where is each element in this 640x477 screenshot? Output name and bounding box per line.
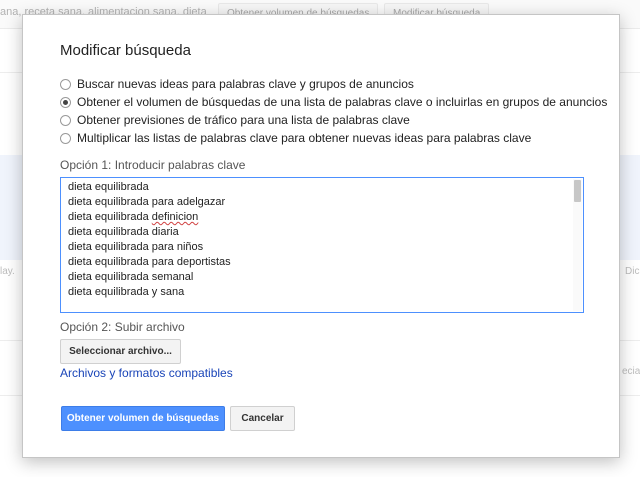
cancel-button[interactable]: Cancelar (230, 406, 295, 431)
option-multiply-lists[interactable]: Multiplicar las listas de palabras clave… (60, 130, 531, 146)
textarea-scrollbar-thumb[interactable] (574, 180, 581, 202)
keywords-textarea[interactable]: dieta equilibrada dieta equilibrada para… (60, 177, 584, 313)
radio-button-selected[interactable] (60, 96, 71, 108)
option-label: Multiplicar las listas de palabras clave… (77, 131, 532, 145)
modify-search-dialog: Modificar búsqueda Buscar nuevas ideas p… (22, 14, 620, 458)
keyword-line: dieta equilibrada definicion (68, 210, 198, 225)
option-search-volume[interactable]: Obtener el volumen de búsquedas de una l… (60, 94, 607, 110)
get-search-volume-button[interactable]: Obtener volumen de búsquedas (61, 406, 225, 431)
option-traffic-forecast[interactable]: Obtener previsiones de tráfico para una … (60, 112, 410, 128)
option-label: Buscar nuevas ideas para palabras clave … (77, 77, 414, 91)
keyword-line: dieta equilibrada diaria (68, 226, 179, 238)
option-new-ideas[interactable]: Buscar nuevas ideas para palabras clave … (60, 76, 414, 92)
option2-label: Opción 2: Subir archivo (60, 320, 185, 334)
compatible-formats-link[interactable]: Archivos y formatos compatibles (60, 366, 233, 380)
dialog-title: Modificar búsqueda (60, 42, 191, 59)
option-label: Obtener previsiones de tráfico para una … (77, 113, 410, 127)
radio-button[interactable] (60, 114, 71, 126)
radio-button[interactable] (60, 78, 71, 90)
keyword-line: dieta equilibrada para niños (68, 241, 204, 253)
keyword-text: dieta equilibrada (68, 211, 149, 223)
radio-button[interactable] (60, 132, 71, 144)
option-label: Obtener el volumen de búsquedas de una l… (77, 95, 608, 109)
misspelled-word: definicion (151, 211, 199, 223)
option1-label: Opción 1: Introducir palabras clave (60, 158, 246, 172)
keyword-line: dieta equilibrada y sana (68, 286, 185, 298)
keyword-line: dieta equilibrada (68, 181, 149, 193)
select-file-button[interactable]: Seleccionar archivo... (60, 339, 181, 364)
keyword-line: dieta equilibrada para deportistas (68, 256, 231, 268)
keyword-line: dieta equilibrada semanal (68, 271, 194, 283)
keyword-line: dieta equilibrada para adelgazar (68, 196, 226, 208)
